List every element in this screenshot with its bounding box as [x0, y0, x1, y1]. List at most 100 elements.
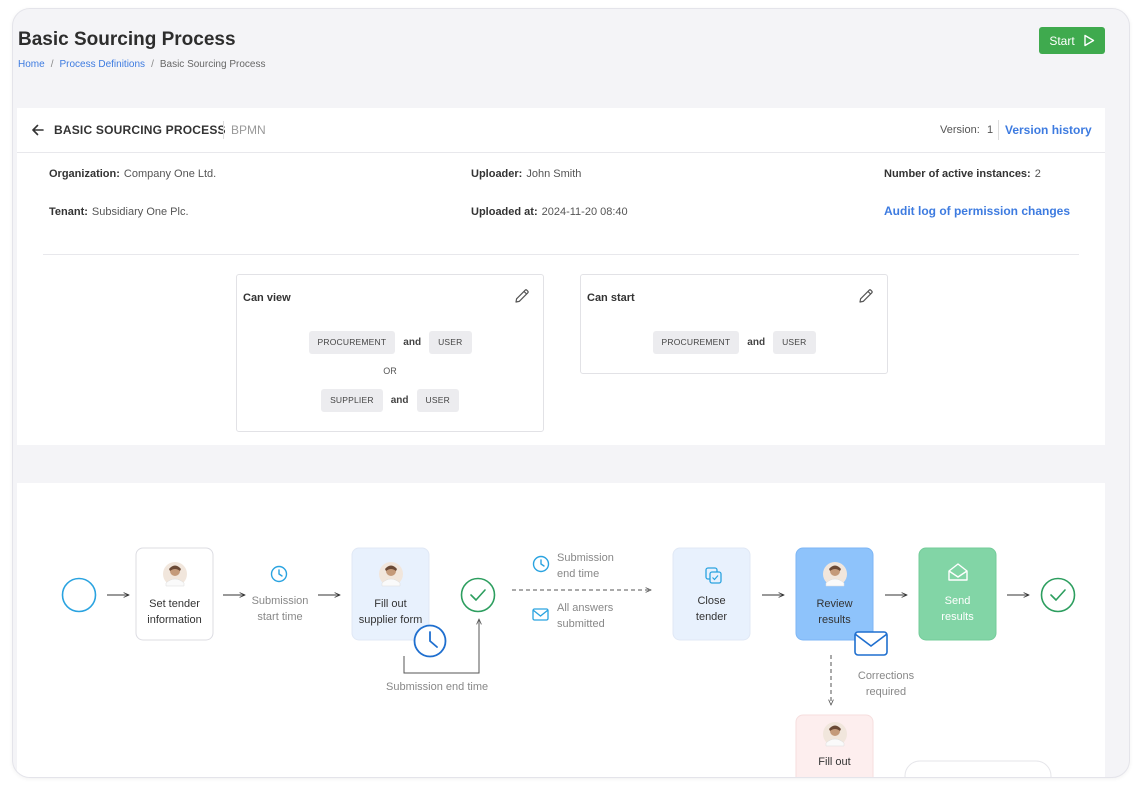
task-label-line: results — [941, 611, 974, 623]
flow-label: Submission end time — [557, 550, 614, 582]
process-type: BPMN — [223, 121, 266, 139]
version-history-link[interactable]: Version history — [1005, 123, 1092, 137]
process-name: BASIC SOURCING PROCESS — [54, 123, 226, 137]
process-details-card: BASIC SOURCING PROCESS BPMN Version: 1 V… — [17, 108, 1105, 445]
boundary-message-icon — [854, 631, 888, 656]
task-label-line: Set tender — [149, 598, 200, 610]
edit-pencil-icon[interactable] — [513, 287, 531, 305]
flow-label: Submission start time — [248, 593, 312, 625]
and-label: and — [747, 337, 766, 348]
version-value: 1 — [987, 124, 994, 136]
uploader-field: Uploader: John Smith — [471, 168, 581, 180]
organization-label: Organization: — [49, 168, 120, 180]
task-label: Close tender — [673, 593, 750, 625]
user-avatar-icon — [162, 561, 188, 587]
breadcrumb-current: Basic Sourcing Process — [159, 59, 266, 70]
task-label-line: Fill out — [818, 756, 851, 768]
active-instances-label: Number of active instances: — [884, 168, 1031, 180]
play-icon — [1083, 34, 1094, 47]
timer-icon — [532, 555, 550, 573]
user-avatar-icon — [822, 721, 848, 747]
version-label: Version: — [940, 124, 980, 136]
organization-value: Company One Ltd. — [123, 168, 217, 180]
active-instances-value: 2 — [1034, 168, 1041, 180]
task-label-line: Send — [944, 595, 971, 607]
flow-label-line: submitted — [557, 618, 605, 630]
role-tag: USER — [429, 331, 472, 354]
role-tag: USER — [416, 389, 459, 412]
start-button[interactable]: Start — [1039, 27, 1105, 54]
breadcrumb-separator: / — [151, 59, 154, 70]
timer-icon — [270, 565, 288, 583]
boundary-timer-icon — [413, 624, 447, 658]
or-label: OR — [383, 366, 397, 376]
role-tag: PROCUREMENT — [308, 331, 396, 354]
permission-group: SUPPLIER and USER — [237, 389, 543, 412]
tenant-value: Subsidiary One Plc. — [91, 206, 189, 218]
task-label: Fill out supplier form — [352, 596, 429, 628]
flow-label-line: All answers — [557, 602, 614, 614]
flow-label-line: Corrections — [857, 670, 915, 682]
task-label-line: tender — [695, 611, 728, 623]
and-label: and — [390, 395, 409, 406]
can-view-title: Can view — [243, 292, 291, 304]
flow-label-line: required — [865, 686, 907, 698]
flow-label: Submission end time — [386, 681, 489, 693]
uploader-label: Uploader: — [471, 168, 523, 180]
message-icon — [532, 608, 549, 621]
uploaded-at-field: Uploaded at: 2024-11-20 08:40 — [471, 206, 628, 218]
role-tag: PROCUREMENT — [652, 331, 740, 354]
can-start-title: Can start — [587, 292, 635, 304]
tenant-label: Tenant: — [49, 206, 88, 218]
app-frame: Basic Sourcing Process Home / Process De… — [12, 8, 1130, 778]
uploaded-at-label: Uploaded at: — [471, 206, 538, 218]
partial-element — [904, 760, 1052, 777]
task-label-line: supplier form — [358, 614, 423, 626]
task-label: Set tender information — [136, 596, 213, 628]
breadcrumb-process-definitions[interactable]: Process Definitions — [59, 59, 145, 70]
role-tag: SUPPLIER — [321, 389, 383, 412]
completion-event[interactable] — [460, 577, 496, 613]
task-label-line: Review — [816, 598, 853, 610]
start-event[interactable] — [61, 577, 97, 613]
flow-label-line: start time — [257, 611, 303, 623]
flow-label: All answers submitted — [557, 600, 613, 632]
flow-label: Corrections required — [851, 668, 921, 700]
can-start-panel: Can start PROCUREMENT and USER — [580, 274, 888, 374]
flow-label-line: end time — [557, 568, 600, 580]
user-avatar-icon — [378, 561, 404, 587]
uploaded-at-value: 2024-11-20 08:40 — [541, 206, 628, 218]
start-button-label: Start — [1049, 33, 1075, 48]
breadcrumb: Home / Process Definitions / Basic Sourc… — [18, 59, 265, 70]
task-label-line: Close — [697, 595, 726, 607]
role-tag: USER — [773, 331, 816, 354]
bpmn-diagram-card[interactable]: Set tender information Submission start … — [17, 483, 1105, 777]
edit-pencil-icon[interactable] — [857, 287, 875, 305]
and-label: and — [403, 337, 422, 348]
task-label-line: information — [147, 614, 202, 626]
active-instances-field: Number of active instances: 2 — [884, 168, 1041, 180]
organization-field: Organization: Company One Ltd. — [49, 168, 216, 180]
flow-label-line: Submission — [557, 552, 614, 564]
breadcrumb-separator: / — [50, 59, 54, 70]
divider — [43, 254, 1079, 255]
can-view-panel: Can view PROCUREMENT and USER OR SUPPLIE… — [236, 274, 544, 432]
task-label: Fill out — [796, 754, 873, 770]
permission-group: PROCUREMENT and USER — [581, 331, 887, 354]
divider — [998, 120, 999, 140]
end-event[interactable] — [1040, 577, 1076, 613]
breadcrumb-home[interactable]: Home — [18, 59, 45, 70]
task-label: Review results — [796, 596, 873, 628]
task-label-line: results — [818, 614, 851, 626]
task-label: Send results — [919, 593, 996, 625]
user-avatar-icon — [822, 561, 848, 587]
back-arrow-icon[interactable] — [31, 123, 45, 137]
uploader-value: John Smith — [526, 168, 582, 180]
audit-log-link[interactable]: Audit log of permission changes — [884, 204, 1070, 218]
page-title: Basic Sourcing Process — [18, 29, 236, 50]
permission-group: PROCUREMENT and USER — [237, 331, 543, 354]
tenant-field: Tenant: Subsidiary One Plc. — [49, 206, 189, 218]
process-header: BASIC SOURCING PROCESS BPMN Version: 1 V… — [17, 108, 1105, 153]
task-label-line: Fill out — [374, 598, 407, 610]
flow-label-line: Submission — [251, 595, 309, 607]
